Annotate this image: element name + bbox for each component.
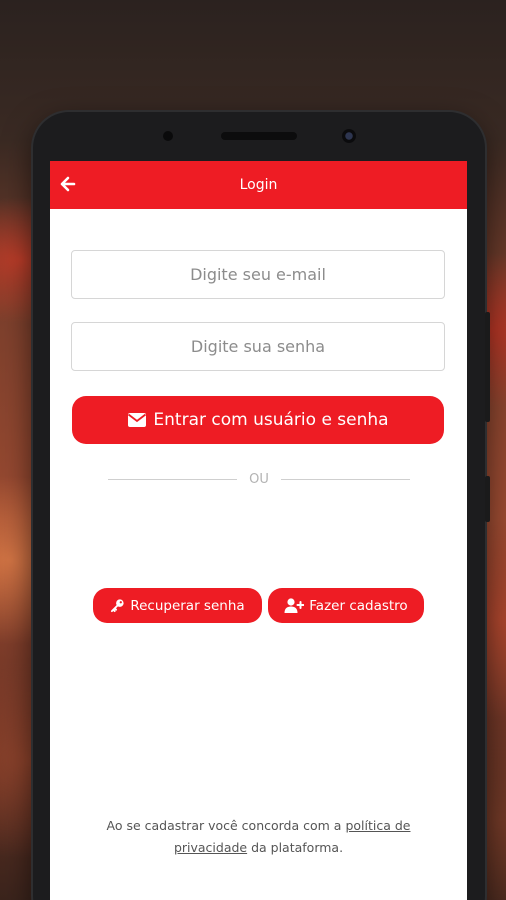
user-plus-icon [284,598,305,613]
or-divider: OU [108,472,410,487]
arrow-left-icon[interactable] [59,175,77,193]
camera-sensor-icon [342,129,356,143]
envelope-icon [127,412,147,428]
password-field[interactable] [71,322,445,371]
privacy-notice: Ao se cadastrar você concorda com a polí… [80,815,437,859]
key-icon [110,598,125,613]
divider-line-right [280,479,410,480]
recover-password-label: Recuperar senha [130,597,245,614]
divider-line-left [108,479,238,480]
earpiece-speaker [221,132,297,140]
signup-button[interactable]: Fazer cadastro [268,588,424,623]
recover-password-button[interactable]: Recuperar senha [93,588,262,623]
divider-label: OU [249,472,269,487]
login-button[interactable]: Entrar com usuário e senha [72,396,444,444]
signup-label: Fazer cadastro [309,597,408,614]
top-app-bar: Login [50,161,467,209]
front-camera-icon [163,131,173,141]
login-button-label: Entrar com usuário e senha [153,410,389,430]
privacy-notice-suffix: da plataforma. [247,840,344,855]
email-field[interactable] [71,250,445,299]
page-title: Login [239,177,278,193]
privacy-notice-prefix: Ao se cadastrar você concorda com a [106,818,346,833]
app-screen: Login Entrar com usuário e senha OU Recu… [50,161,467,900]
volume-button [485,312,490,422]
power-button [485,476,490,522]
